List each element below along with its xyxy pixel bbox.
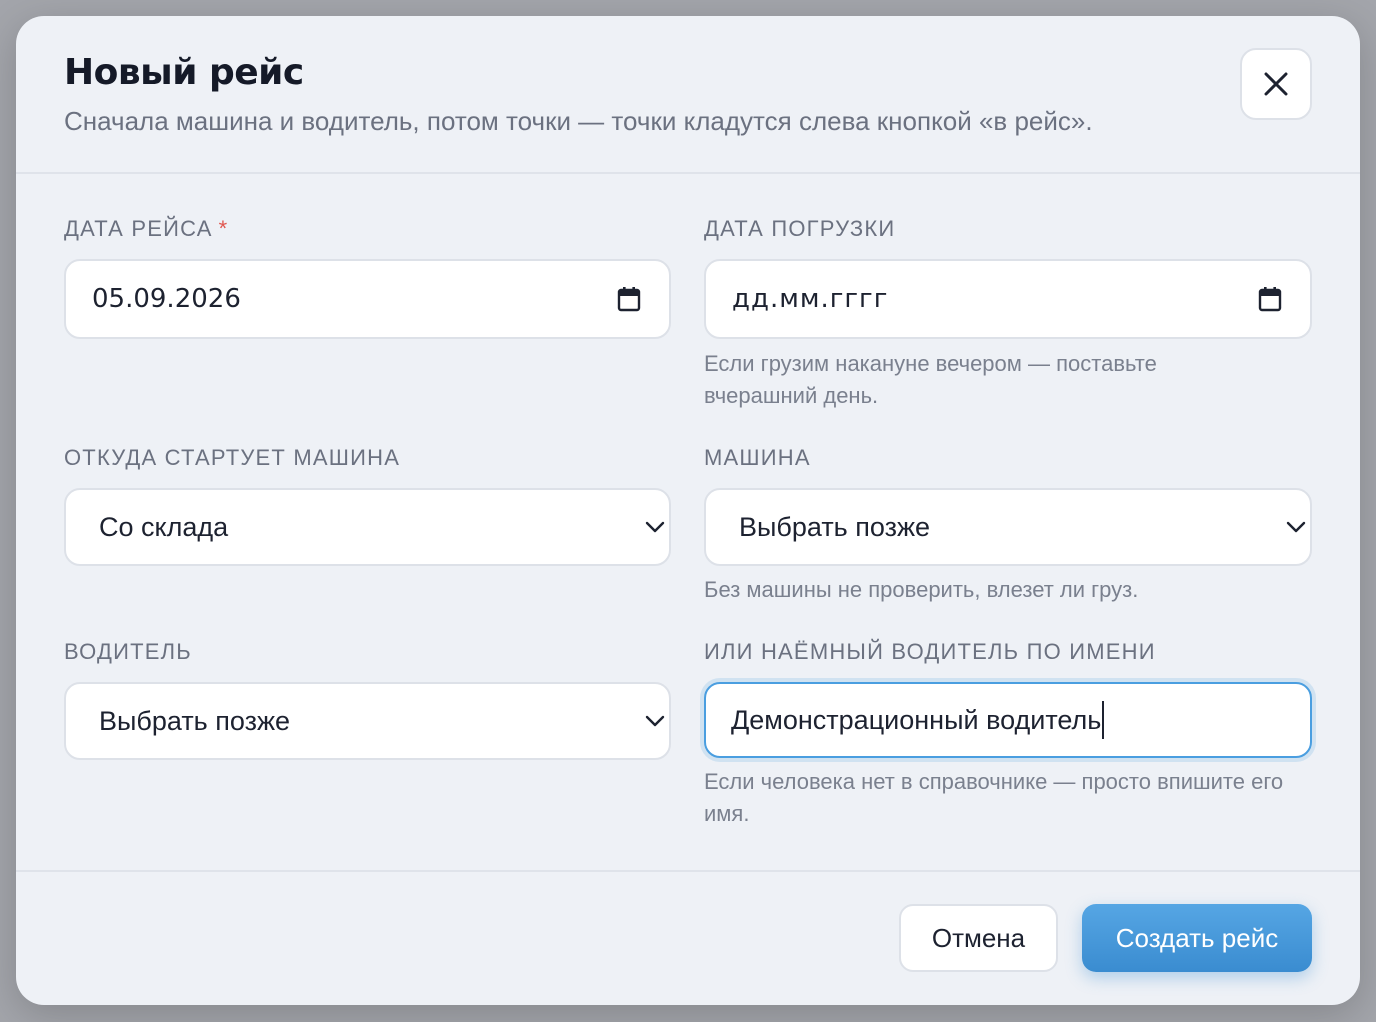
close-icon [1264, 72, 1288, 96]
start-from-select[interactable]: Со склада [64, 488, 671, 566]
hired-driver-label: ИЛИ НАЁМНЫЙ ВОДИТЕЛЬ ПО ИМЕНИ [704, 639, 1156, 664]
vehicle-hint: Без машины не проверить, влезет ли груз. [704, 577, 1139, 602]
hired-driver-value: Демонстрационный водитель [731, 704, 1102, 735]
trip-date-label: ДАТА РЕЙСА * [64, 216, 228, 242]
cancel-button[interactable]: Отмена [899, 904, 1058, 972]
trip-date-label-text: ДАТА РЕЙСА [64, 216, 213, 241]
chevron-down-icon [645, 715, 665, 727]
load-date-label: ДАТА ПОГРУЗКИ [704, 216, 896, 241]
chevron-down-icon [1286, 521, 1306, 533]
hired-driver-hint: Если человека нет в справочнике — просто… [704, 769, 1284, 826]
new-trip-dialog: Новый рейс Сначала машина и водитель, по… [16, 16, 1360, 1005]
vehicle-selected: Выбрать позже [739, 511, 931, 542]
calendar-icon[interactable] [1258, 286, 1282, 312]
calendar-icon[interactable] [617, 286, 641, 312]
start-from-label: ОТКУДА СТАРТУЕТ МАШИНА [64, 445, 401, 470]
text-caret [1102, 701, 1105, 739]
trip-date-value: 05.09.2026 [92, 284, 241, 314]
vehicle-select[interactable]: Выбрать позже [704, 488, 1312, 566]
vehicle-label: МАШИНА [704, 445, 811, 470]
required-mark: * [218, 216, 229, 241]
load-date-hint: Если грузим накануне вечером — поставьте… [704, 351, 1157, 408]
load-date-input[interactable]: дд.мм.гггг [704, 259, 1312, 339]
dialog-header: Новый рейс Сначала машина и водитель, по… [16, 16, 1360, 174]
create-trip-button[interactable]: Создать рейс [1082, 904, 1312, 972]
dialog-title: Новый рейс [64, 52, 304, 93]
close-button[interactable] [1240, 48, 1312, 120]
start-from-selected: Со склада [99, 511, 229, 542]
driver-selected: Выбрать позже [99, 705, 291, 736]
chevron-down-icon [645, 521, 665, 533]
hired-driver-input[interactable]: Демонстрационный водитель [704, 682, 1312, 758]
driver-label: ВОДИТЕЛЬ [64, 639, 192, 664]
trip-date-input[interactable]: 05.09.2026 [64, 259, 671, 339]
driver-select[interactable]: Выбрать позже [64, 682, 671, 760]
load-date-placeholder: дд.мм.гггг [732, 284, 889, 314]
dialog-subtitle: Сначала машина и водитель, потом точки —… [64, 106, 1093, 136]
